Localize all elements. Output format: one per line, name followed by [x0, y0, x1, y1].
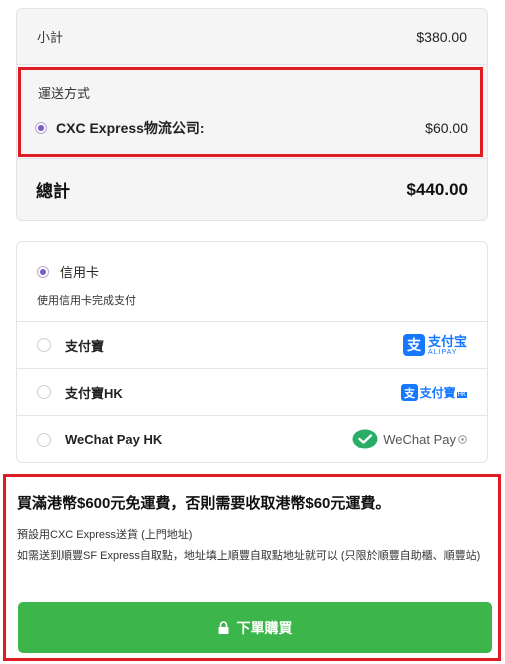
credit-card-label: 信用卡: [60, 265, 100, 280]
total-label: 總計: [36, 182, 70, 201]
shipping-method-title: 運送方式: [38, 86, 91, 101]
alipay-hk-logo-text: 支付寶: [419, 385, 456, 400]
wechat-pay-logo-text: WeChat Pay: [383, 432, 456, 447]
payment-option-wechat-pay-hk[interactable]: WeChat Pay HK WeChat Pay: [17, 416, 487, 463]
place-order-label: 下單購買: [236, 619, 293, 636]
subtotal-label: 小計: [37, 30, 64, 45]
alipay-hk-label: 支付寶HK: [65, 385, 123, 401]
shipping-notice-box: 買滿港幣$600元免運費，否則需要收取港幣$60元運費。 預設用CXC Expr…: [3, 474, 501, 661]
radio-selected-icon[interactable]: [35, 122, 47, 134]
alipay-label: 支付寶: [65, 338, 105, 354]
alipay-hk-icon: 支: [400, 383, 418, 401]
subtotal-value: $380.00: [416, 28, 467, 45]
total-value: $440.00: [406, 179, 468, 199]
shipping-method-section: 運送方式 CXC Express物流公司: $60.00: [18, 67, 483, 157]
free-shipping-notice: 買滿港幣$600元免運費，否則需要收取港幣$60元運費。: [17, 495, 391, 512]
alipay-logo-sub: ALIPAY: [427, 348, 458, 356]
wechat-pay-logo: WeChat Pay: [352, 429, 467, 451]
radio-selected-icon[interactable]: [37, 265, 49, 278]
place-order-button[interactable]: 下單購買: [18, 602, 492, 653]
wechat-pay-icon: [352, 429, 378, 448]
svg-text:支: 支: [403, 386, 416, 400]
shipping-option-price: $60.00: [425, 120, 468, 136]
alipay-hk-logo: 支 支付寶 HK: [400, 383, 467, 401]
alipay-logo: 支 支付宝 ALIPAY: [402, 333, 467, 356]
shipping-option-name: CXC Express物流公司:: [56, 120, 205, 136]
subtotal-row: 小計 $380.00: [17, 9, 487, 65]
svg-text:支: 支: [406, 337, 422, 354]
radio-unselected-icon[interactable]: [37, 385, 51, 399]
wechat-pay-hk-label: WeChat Pay HK: [65, 432, 163, 447]
payment-option-alipay[interactable]: 支付寶 支 支付宝 ALIPAY: [17, 322, 487, 369]
total-row: 總計 $440.00: [16, 158, 488, 220]
payment-methods-card: 信用卡 使用信用卡完成支付 支付寶 支 支付宝 ALIPAY 支付寶HK 支 支…: [16, 241, 488, 463]
alipay-hk-logo-sub: HK: [456, 392, 467, 398]
credit-card-description: 使用信用卡完成支付: [37, 295, 136, 307]
sf-express-pickup-note: 如需送到順豐SF Express自取點，地址填上順豐自取點地址就可以 (只限於順…: [17, 550, 481, 562]
payment-option-credit-card[interactable]: 信用卡 使用信用卡完成支付: [17, 242, 487, 322]
alipay-icon: 支: [402, 334, 425, 356]
radio-unselected-icon[interactable]: [37, 432, 51, 447]
payment-option-alipay-hk[interactable]: 支付寶HK 支 支付寶 HK: [17, 369, 487, 416]
shipping-option-cxc-express[interactable]: CXC Express物流公司: $60.00: [35, 118, 468, 138]
lock-icon: [218, 621, 229, 634]
default-delivery-note: 預設用CXC Express送貨 (上門地址): [17, 529, 193, 541]
registered-icon: [458, 435, 467, 444]
radio-unselected-icon[interactable]: [37, 338, 51, 352]
alipay-logo-text: 支付宝: [427, 333, 467, 349]
